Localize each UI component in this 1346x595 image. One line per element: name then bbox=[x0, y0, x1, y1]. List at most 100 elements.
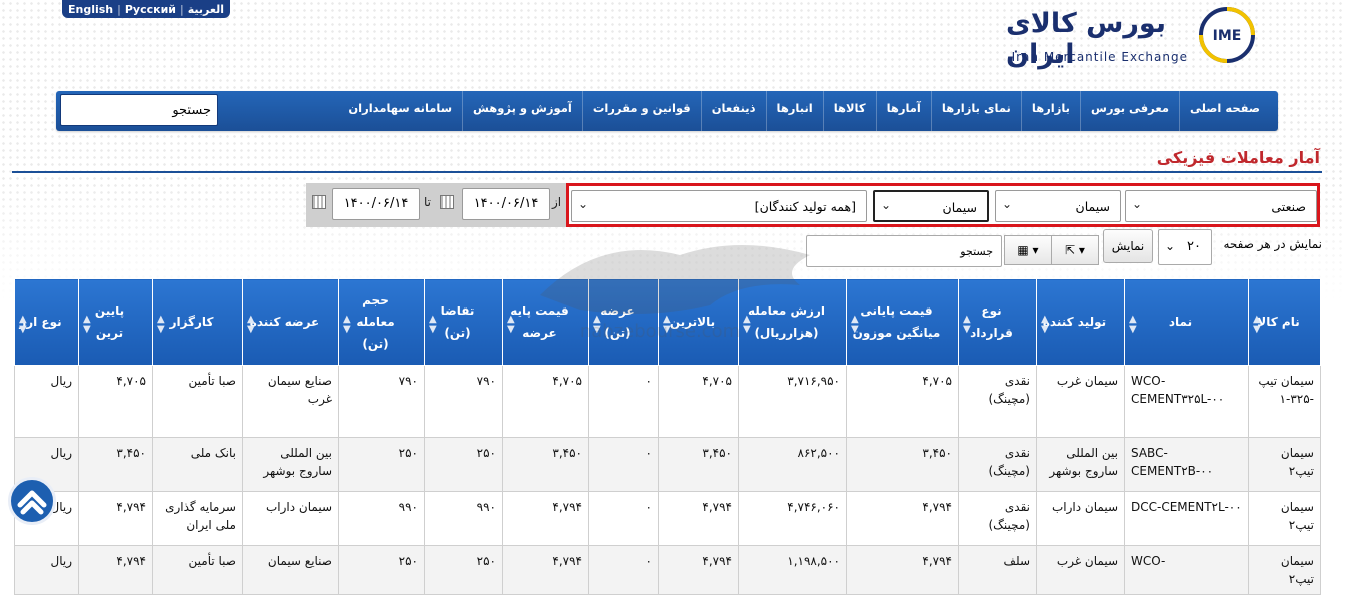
nav-items: صفحه اصلی معرفی بورس بازارها نمای بازاره… bbox=[338, 91, 1270, 131]
cell-supplier: بین المللی ساروج بوشهر bbox=[242, 437, 339, 492]
sort-icon: ▲ ▼ bbox=[963, 314, 971, 335]
to-label: تا bbox=[424, 195, 431, 209]
ime-emblem-icon: IME bbox=[1199, 7, 1255, 63]
producer-select-value: [همه تولید کنندگان] bbox=[754, 199, 856, 214]
scroll-to-top-button[interactable] bbox=[8, 477, 56, 525]
nav-item-about[interactable]: معرفی بورس bbox=[1080, 91, 1179, 131]
cell-demand: ۷۹۰ bbox=[424, 365, 503, 438]
cell-supplier: صنایع سیمان غرب bbox=[242, 365, 339, 438]
cell-lowest: ۴,۷۹۴ bbox=[78, 545, 153, 595]
col-header-volume[interactable]: حجم معامله (تن) ▲ ▼ bbox=[338, 278, 425, 366]
cell-lowest: ۴,۷۹۴ bbox=[78, 491, 153, 546]
lang-english[interactable]: English bbox=[68, 3, 113, 16]
sort-icon: ▲ ▼ bbox=[743, 314, 751, 335]
subgroup-select-value: سیمان bbox=[1075, 199, 1110, 214]
nav-item-stakeholders[interactable]: ذینفعان bbox=[700, 91, 766, 131]
table-search-input[interactable] bbox=[806, 235, 1002, 267]
sort-icon: ▲ ▼ bbox=[247, 314, 255, 335]
commodity-select[interactable]: سیمان ⌄ bbox=[873, 190, 989, 222]
cell-highest: ۴,۷۰۵ bbox=[658, 365, 739, 438]
cell-commodity-name: سیمان تیپ۲ bbox=[1248, 545, 1321, 595]
columns-button[interactable]: ▦ ▾ bbox=[1004, 235, 1052, 265]
nav-item-markets[interactable]: بازارها bbox=[1020, 91, 1080, 131]
calendar-icon[interactable] bbox=[440, 195, 454, 209]
col-header-supply[interactable]: عرضه (تن) ▲ ▼ bbox=[588, 278, 659, 366]
ime-logo[interactable]: بورس کالای ایران Iran Mercantile Exchang… bbox=[1006, 6, 1266, 70]
col-header-supplier[interactable]: عرضه کننده ▲ ▼ bbox=[242, 278, 339, 366]
cell-symbol: WCO- bbox=[1124, 545, 1249, 595]
col-header-contract-type[interactable]: نوع قرارداد ▲ ▼ bbox=[958, 278, 1037, 366]
lang-arabic[interactable]: العربية bbox=[188, 3, 224, 16]
nav-item-education[interactable]: آموزش و پژوهش bbox=[462, 91, 582, 131]
sort-icon: ▲ ▼ bbox=[83, 314, 91, 335]
col-header-base-price[interactable]: قیمت پایه عرضه ▲ ▼ bbox=[502, 278, 589, 366]
cell-currency: ریال bbox=[14, 365, 79, 438]
to-date-input[interactable]: ۱۴۰۰/۰۶/۱۴ bbox=[332, 188, 420, 220]
nav-item-shareholders[interactable]: سامانه سهامداران bbox=[338, 91, 462, 131]
subgroup-select[interactable]: سیمان ⌄ bbox=[995, 190, 1121, 222]
cell-symbol: WCO-CEMENT۳۲۵L-۰۰ bbox=[1124, 365, 1249, 438]
from-date-input[interactable]: ۱۴۰۰/۰۶/۱۴ bbox=[462, 188, 550, 220]
table-row: سیمان تیپ -۳۲۵-۱ WCO-CEMENT۳۲۵L-۰۰ سیمان غ… bbox=[14, 365, 1321, 438]
chevron-down-icon: ⌄ bbox=[1165, 239, 1176, 253]
cell-symbol: SABC-CEMENT۲B-۰۰ bbox=[1124, 437, 1249, 492]
cell-trade-value: ۳,۷۱۶,۹۵۰ bbox=[738, 365, 847, 438]
title-divider bbox=[12, 171, 1322, 173]
cell-lowest: ۴,۷۰۵ bbox=[78, 365, 153, 438]
lang-separator: | bbox=[117, 2, 121, 16]
cell-base-price: ۳,۴۵۰ bbox=[502, 437, 589, 492]
cell-volume: ۷۹۰ bbox=[338, 365, 425, 438]
chevron-up-icon bbox=[17, 490, 47, 515]
show-button[interactable]: نمایش bbox=[1103, 229, 1153, 263]
nav-item-warehouses[interactable]: انبارها bbox=[765, 91, 823, 131]
nav-item-market-view[interactable]: نمای بازارها bbox=[930, 91, 1021, 131]
export-icon: ⇱ ▾ bbox=[1065, 243, 1085, 257]
per-page-select[interactable]: ۲۰ ⌄ bbox=[1158, 229, 1212, 265]
col-header-final-price[interactable]: قیمت پایانی میانگین موزون ▲ ▼ bbox=[846, 278, 959, 366]
filter-selectors: صنعتی ⌄ سیمان ⌄ سیمان ⌄ [همه تولید کنندگ… bbox=[566, 183, 1320, 227]
cell-currency: ریال bbox=[14, 545, 79, 595]
nav-item-regulations[interactable]: قوانین و مقررات bbox=[581, 91, 701, 131]
table-row: سیمان تیپ۲ SABC-CEMENT۲B-۰۰ بین المللی سار… bbox=[14, 437, 1321, 492]
logo-mark-text: IME bbox=[1213, 28, 1242, 44]
nav-item-home[interactable]: صفحه اصلی bbox=[1178, 91, 1270, 131]
chevron-down-icon: ⌄ bbox=[1132, 197, 1143, 211]
col-header-trade-value[interactable]: ارزش معامله (هزارریال) ▲ ▼ bbox=[738, 278, 847, 366]
export-button[interactable]: ⇱ ▾ bbox=[1051, 235, 1099, 265]
nav-item-statistics[interactable]: آمارها bbox=[875, 91, 931, 131]
col-header-currency[interactable]: نوع ارز ▲ ▼ bbox=[14, 278, 79, 366]
cell-commodity-name: سیمان تیپ -۳۲۵-۱ bbox=[1248, 365, 1321, 438]
cell-base-price: ۴,۷۹۴ bbox=[502, 491, 589, 546]
group-select[interactable]: صنعتی ⌄ bbox=[1125, 190, 1317, 222]
sort-icon: ▲ ▼ bbox=[593, 314, 601, 335]
cell-base-price: ۴,۷۹۴ bbox=[502, 545, 589, 595]
page-title: آمار معاملات فیزیکی bbox=[1156, 148, 1320, 167]
producer-select[interactable]: [همه تولید کنندگان] ⌄ bbox=[571, 190, 867, 222]
cell-highest: ۳,۴۵۰ bbox=[658, 437, 739, 492]
calendar-icon[interactable] bbox=[312, 195, 326, 209]
table-row: سیمان تیپ۲ DCC-CEMENT۲L-۰۰ سیمان داراب نقدی… bbox=[14, 491, 1321, 546]
language-bar: English | Русский | العربية bbox=[62, 0, 230, 18]
lang-russian[interactable]: Русский bbox=[125, 3, 176, 16]
col-header-symbol[interactable]: نماد ▲ ▼ bbox=[1124, 278, 1249, 366]
col-header-producer[interactable]: تولید کننده ▲ ▼ bbox=[1036, 278, 1125, 366]
cell-supply: ۰ bbox=[588, 545, 659, 595]
cell-contract-type: نقدی (مچینگ) bbox=[958, 365, 1037, 438]
cell-supply: ۰ bbox=[588, 491, 659, 546]
cell-producer: سیمان غرب bbox=[1036, 545, 1125, 595]
sort-icon: ▲ ▼ bbox=[343, 314, 351, 335]
per-page-value: ۲۰ bbox=[1187, 239, 1201, 254]
col-header-commodity-name[interactable]: نام کالا ▲ ▼ bbox=[1248, 278, 1321, 366]
cell-trade-value: ۸۶۲,۵۰۰ bbox=[738, 437, 847, 492]
cell-producer: سیمان غرب bbox=[1036, 365, 1125, 438]
site-search-input[interactable] bbox=[60, 94, 218, 126]
col-header-demand[interactable]: تقاضا (تن) ▲ ▼ bbox=[424, 278, 503, 366]
nav-item-commodities[interactable]: کالاها bbox=[822, 91, 876, 131]
date-range-panel: از ۱۴۰۰/۰۶/۱۴ تا ۱۴۰۰/۰۶/۱۴ bbox=[306, 183, 566, 227]
commodity-select-value: سیمان bbox=[942, 200, 977, 215]
cell-base-price: ۴,۷۰۵ bbox=[502, 365, 589, 438]
cell-supplier: صنایع سیمان bbox=[242, 545, 339, 595]
col-header-lowest[interactable]: پایین ترین ▲ ▼ bbox=[78, 278, 153, 366]
col-header-highest[interactable]: بالاترین ▲ ▼ bbox=[658, 278, 739, 366]
col-header-broker[interactable]: کارگزار ▲ ▼ bbox=[152, 278, 243, 366]
